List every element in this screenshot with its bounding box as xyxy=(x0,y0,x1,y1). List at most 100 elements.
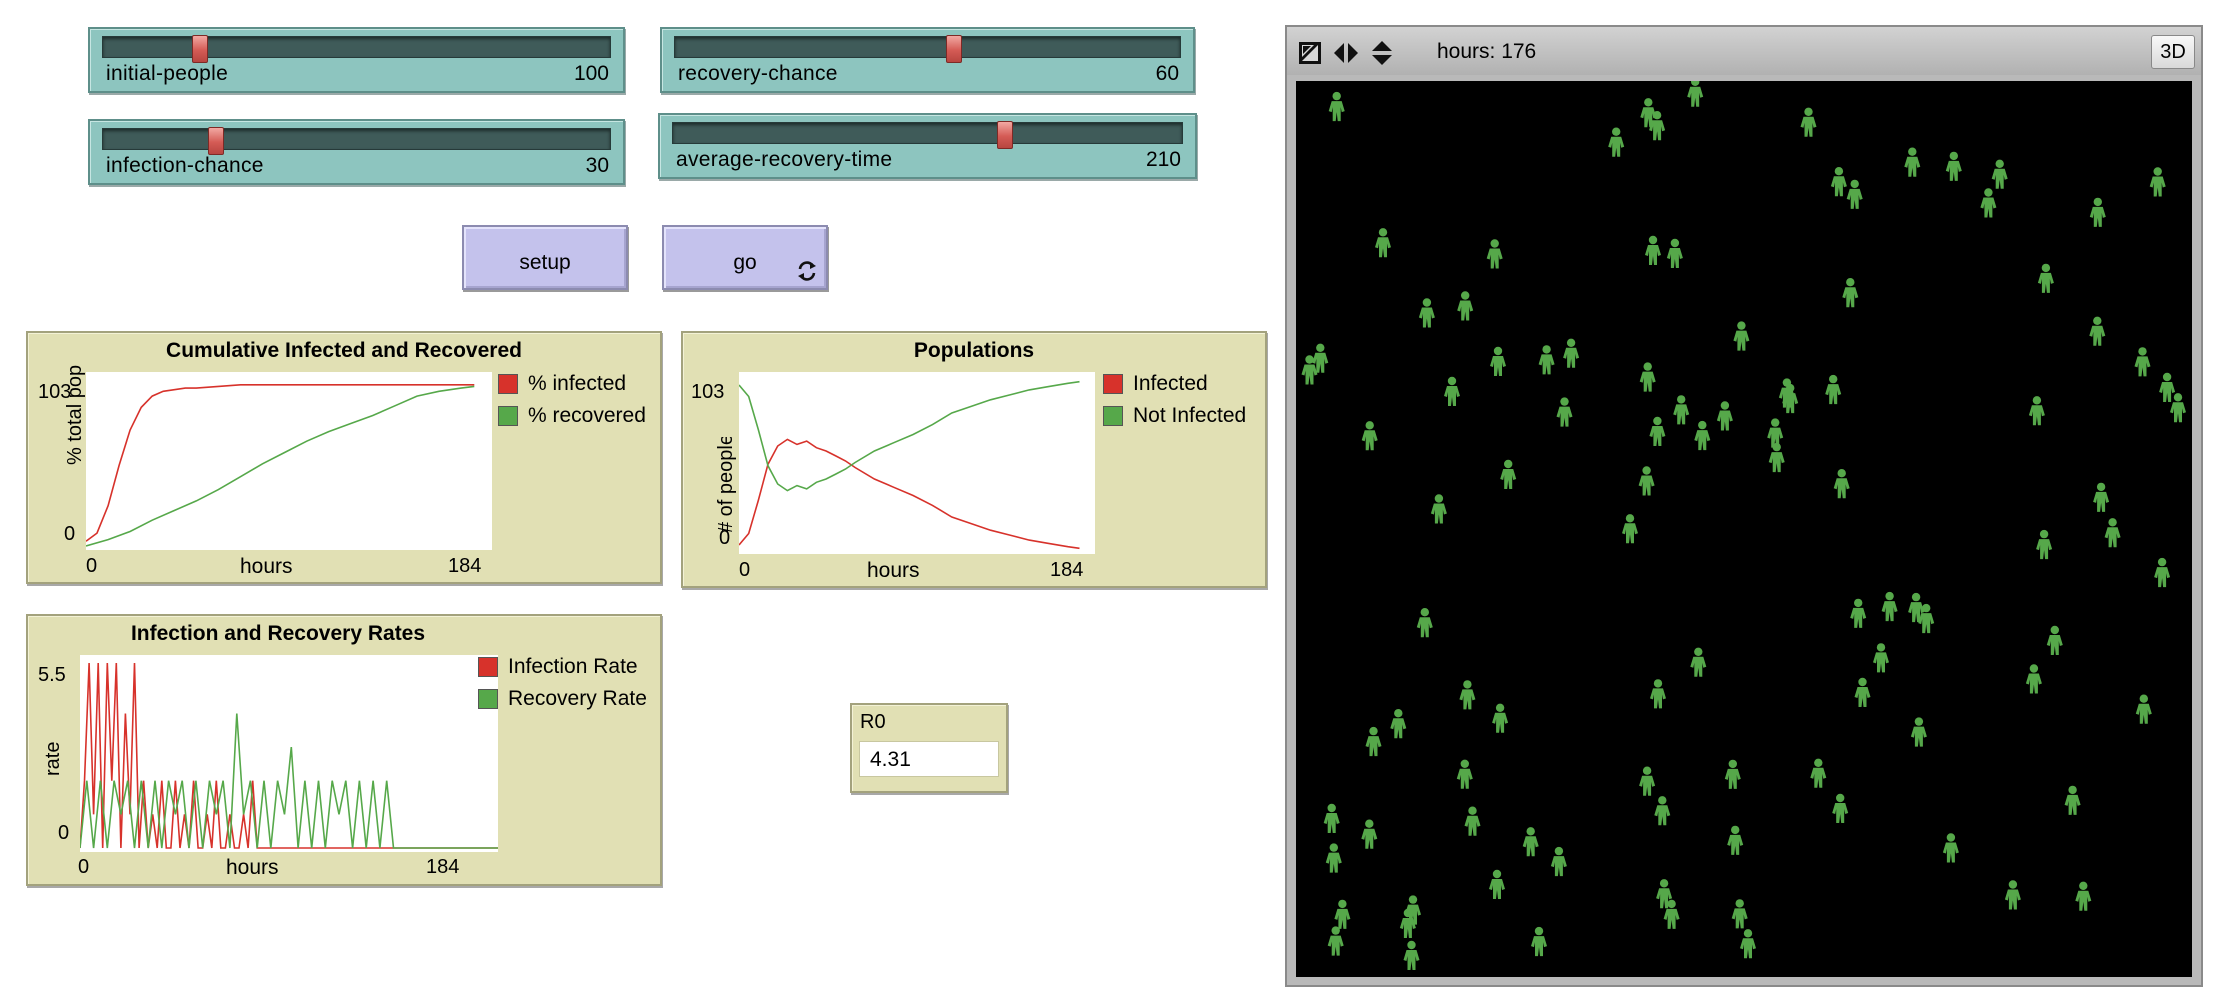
person-agent xyxy=(1904,147,1921,177)
person-agent xyxy=(1942,833,1959,863)
world-canvas[interactable] xyxy=(1296,81,2192,977)
three-d-button[interactable]: 3D xyxy=(2151,35,2195,69)
person-agent xyxy=(1325,843,1342,873)
view-controls xyxy=(1297,39,1399,66)
view-toolbar: hours: 176 3D xyxy=(1287,27,2201,75)
slider-thumb[interactable] xyxy=(192,35,209,63)
person-agent xyxy=(2159,372,2176,402)
person-agent xyxy=(2064,785,2081,815)
x-min-tick: 0 xyxy=(739,559,751,581)
plot-area xyxy=(80,655,498,852)
person-agent xyxy=(1550,846,1567,877)
y-axis-label: % total pop xyxy=(64,364,86,465)
slider-thumb[interactable] xyxy=(945,35,962,63)
y-axis-label: # of people xyxy=(715,437,737,533)
person-agent xyxy=(1334,899,1351,929)
person-agent xyxy=(2170,393,2186,423)
legend-swatch xyxy=(498,406,518,426)
monitor-r0: R0 4.31 xyxy=(850,703,1008,793)
legend-swatch xyxy=(1103,374,1123,394)
person-agent xyxy=(1361,819,1378,849)
person-agent xyxy=(1846,179,1863,209)
person-agent xyxy=(1492,703,1509,733)
slider-thumb[interactable] xyxy=(207,127,224,155)
legend-label: Recovery Rate xyxy=(508,687,647,710)
legend-label: Infected xyxy=(1133,372,1208,395)
slider-average-recovery-time[interactable]: average-recovery-time 210 xyxy=(658,113,1197,179)
person-agent xyxy=(2036,529,2053,560)
person-agent xyxy=(1833,469,1850,499)
go-button[interactable]: go xyxy=(662,225,828,290)
person-agent xyxy=(1327,926,1344,956)
person-agent xyxy=(2093,482,2110,512)
legend-label: % infected xyxy=(528,372,627,395)
person-agent xyxy=(1403,940,1420,970)
slider-thumb[interactable] xyxy=(996,121,1013,149)
slider-track[interactable] xyxy=(672,121,1183,149)
slider-label: initial-people xyxy=(106,62,229,85)
plot-cumulative-infected-recovered: Cumulative Infected and Recovered 103 0 … xyxy=(26,331,662,584)
person-agent xyxy=(1825,374,1842,405)
x-min-tick: 0 xyxy=(78,856,90,878)
person-agent xyxy=(1740,929,1756,959)
legend-swatch xyxy=(498,374,518,394)
person-agent xyxy=(1991,159,2008,189)
plot-lines xyxy=(86,384,475,547)
slider-infection-chance[interactable]: infection-chance 30 xyxy=(88,119,625,185)
world-view: hours: 176 3D xyxy=(1285,25,2203,987)
view-resize-icon[interactable] xyxy=(1297,40,1323,66)
person-agent xyxy=(1980,188,1997,218)
plot-title: Cumulative Infected and Recovered xyxy=(166,339,522,362)
person-agent xyxy=(2135,694,2152,724)
y-max-tick: 5.5 xyxy=(38,664,66,686)
slider-track[interactable] xyxy=(102,127,611,155)
person-agent xyxy=(1490,346,1506,376)
person-agent xyxy=(1724,759,1741,789)
person-agent xyxy=(1832,793,1849,823)
slider-label: infection-chance xyxy=(106,154,264,177)
person-agent xyxy=(2149,167,2166,197)
x-axis-label: hours xyxy=(226,856,279,879)
slider-initial-people[interactable]: initial-people 100 xyxy=(88,27,625,93)
legend-label: % recovered xyxy=(528,404,646,427)
series-line-recovered xyxy=(86,385,475,547)
person-agent xyxy=(1464,806,1481,836)
plot-area xyxy=(86,372,492,550)
person-agent xyxy=(1456,759,1473,789)
person-agent xyxy=(1538,345,1555,375)
plot-infection-recovery-rates: Infection and Recovery Rates 5.5 0 rate … xyxy=(26,614,662,886)
person-agent xyxy=(1328,91,1345,122)
series-line-infected xyxy=(86,384,475,542)
person-agent xyxy=(1666,238,1683,268)
person-agent xyxy=(1563,338,1580,368)
person-agent xyxy=(2037,263,2054,293)
person-agent xyxy=(1365,726,1382,757)
person-agent xyxy=(2089,197,2106,227)
plot-area xyxy=(739,372,1095,554)
person-agent xyxy=(1694,420,1711,451)
person-agent xyxy=(2089,316,2106,346)
person-agent xyxy=(1457,291,1474,321)
person-agent xyxy=(1500,459,1517,489)
series-line-infected xyxy=(739,438,1080,550)
arrows-left-right-icon[interactable] xyxy=(1333,40,1359,66)
setup-button[interactable]: setup xyxy=(462,225,628,290)
plot-title: Populations xyxy=(913,339,1035,362)
person-agent xyxy=(1649,416,1666,446)
slider-value: 100 xyxy=(573,62,609,85)
slider-recovery-chance[interactable]: recovery-chance 60 xyxy=(660,27,1195,93)
person-agent xyxy=(1486,239,1503,269)
person-agent xyxy=(1444,376,1460,406)
person-agent xyxy=(1522,827,1539,857)
slider-label: average-recovery-time xyxy=(676,148,893,171)
arrows-up-down-icon[interactable] xyxy=(1369,40,1395,66)
slider-track[interactable] xyxy=(674,35,1181,63)
person-agent xyxy=(1375,228,1391,258)
slider-track[interactable] xyxy=(102,35,611,63)
person-agent xyxy=(1430,494,1447,524)
person-agent xyxy=(1673,395,1690,425)
y-min-tick: 0 xyxy=(64,523,76,545)
person-agent xyxy=(1459,680,1476,710)
person-agent xyxy=(1650,679,1666,709)
person-agent xyxy=(2075,881,2092,911)
